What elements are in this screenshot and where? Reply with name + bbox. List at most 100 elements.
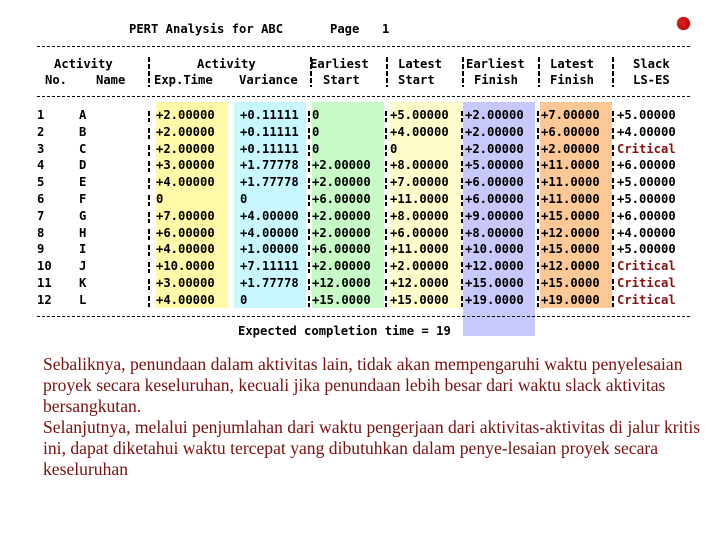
column-separator <box>308 111 310 122</box>
column-separator <box>385 195 387 206</box>
cell-earliest-start: +2.00000 <box>312 208 371 223</box>
cell-slack: +5.00000 <box>617 108 676 122</box>
cell-latest-start: +2.00000 <box>390 259 449 274</box>
column-separator <box>385 211 387 223</box>
column-separator <box>537 262 539 274</box>
column-separator <box>461 245 463 257</box>
cell-exp-time: +7.00000 <box>156 208 215 223</box>
cell-latest-start: +7.00000 <box>390 175 449 190</box>
cell-variance: +0.11111 <box>240 141 299 156</box>
column-separator <box>308 127 310 139</box>
column-separator <box>385 245 387 257</box>
column-separator <box>308 228 310 240</box>
column-separator <box>461 279 463 290</box>
column-separator <box>148 127 150 139</box>
column-separator <box>537 245 539 257</box>
cell-exp-time: +4.00000 <box>156 175 215 190</box>
column-separator <box>537 279 539 290</box>
column-separator <box>537 211 539 223</box>
cell-earliest-start: 0 <box>312 108 320 122</box>
header-latest-finish-1: Latest <box>550 57 595 71</box>
header-separator <box>148 57 150 87</box>
header-activity-group: Activity <box>54 57 113 71</box>
column-separator <box>537 228 539 240</box>
cell-latest-finish: +2.00000 <box>541 141 600 156</box>
cell-earliest-finish: +15.0000 <box>465 276 524 290</box>
cell-slack: +5.00000 <box>617 242 676 257</box>
header-latest-finish-2: Finish <box>550 73 595 87</box>
cell-latest-finish: +15.0000 <box>541 276 600 290</box>
column-separator <box>385 279 387 290</box>
report-title: PERT Analysis for ABC <box>129 22 284 36</box>
cell-no: 3 <box>37 141 45 156</box>
column-separator <box>148 279 150 290</box>
column-separator <box>308 144 310 156</box>
column-separator <box>308 178 310 190</box>
cell-name: H <box>79 225 87 240</box>
column-separator <box>385 178 387 190</box>
column-separator <box>612 262 614 274</box>
cell-earliest-start: 0 <box>312 124 320 139</box>
column-separator <box>612 279 614 290</box>
column-separator <box>148 178 150 190</box>
cell-variance: +0.11111 <box>240 124 299 139</box>
cell-earliest-finish: +19.0000 <box>465 292 524 307</box>
critical-badge: Critical <box>617 259 676 274</box>
cell-exp-time: +6.00000 <box>156 225 215 240</box>
header-slack-1: Slack <box>633 57 670 71</box>
column-separator <box>461 295 463 307</box>
header-earliest-finish-2: Finish <box>474 73 519 87</box>
column-separator <box>308 262 310 274</box>
column-separator <box>385 111 387 122</box>
divider-bottom <box>37 316 690 317</box>
column-separator <box>537 144 539 156</box>
cell-latest-finish: +19.0000 <box>541 292 600 307</box>
cell-latest-finish: +7.00000 <box>541 108 600 122</box>
cell-earliest-finish: +8.00000 <box>465 225 524 240</box>
cell-no: 11 <box>37 276 52 290</box>
cell-variance: +0.11111 <box>240 108 299 122</box>
cell-latest-start: +4.00000 <box>390 124 449 139</box>
column-separator <box>385 144 387 156</box>
header-earliest-start-2: Start <box>323 73 360 87</box>
header-separator <box>310 57 312 87</box>
cell-latest-start: +11.0000 <box>390 242 449 257</box>
header-slack-2: LS-ES <box>633 73 670 87</box>
column-separator <box>148 228 150 240</box>
column-separator <box>461 127 463 139</box>
paragraph-1: Sebaliknya, penundaan dalam aktivitas la… <box>43 354 683 416</box>
cell-latest-finish: +15.0000 <box>541 242 600 257</box>
column-separator <box>461 178 463 190</box>
page-number: 1 <box>382 22 390 36</box>
cell-earliest-start: +2.00000 <box>312 259 371 274</box>
cell-earliest-start: +2.00000 <box>312 225 371 240</box>
cell-earliest-finish: +6.00000 <box>465 192 524 206</box>
header-earliest-start-1: Earliest <box>310 57 369 71</box>
column-separator <box>612 111 614 122</box>
cell-variance: +7.11111 <box>240 259 299 274</box>
cell-latest-start: +11.0000 <box>390 192 449 206</box>
cell-no: 12 <box>37 292 52 307</box>
cell-latest-finish: +6.00000 <box>541 124 600 139</box>
column-separator <box>148 262 150 274</box>
column-separator <box>385 295 387 307</box>
cell-name: G <box>79 208 87 223</box>
header-variance: Variance <box>239 73 298 87</box>
column-separator <box>537 161 539 173</box>
cell-latest-finish: +11.0000 <box>541 175 600 190</box>
cell-no: 6 <box>37 192 45 206</box>
cell-latest-start: +6.00000 <box>390 225 449 240</box>
header-activity-stats-group: Activity <box>197 57 256 71</box>
cell-exp-time: +4.00000 <box>156 242 215 257</box>
cell-exp-time: +2.00000 <box>156 108 215 122</box>
cell-earliest-finish: +12.0000 <box>465 259 524 274</box>
cell-name: I <box>79 242 87 257</box>
cell-name: B <box>79 124 87 139</box>
cell-earliest-start: +12.0000 <box>312 276 371 290</box>
explanation-text: Sebaliknya, penundaan dalam aktivitas la… <box>43 354 713 480</box>
column-separator <box>148 144 150 156</box>
cell-exp-time: +10.0000 <box>156 259 215 274</box>
cell-variance: +1.00000 <box>240 242 299 257</box>
header-separator <box>612 57 614 87</box>
column-separator <box>461 262 463 274</box>
